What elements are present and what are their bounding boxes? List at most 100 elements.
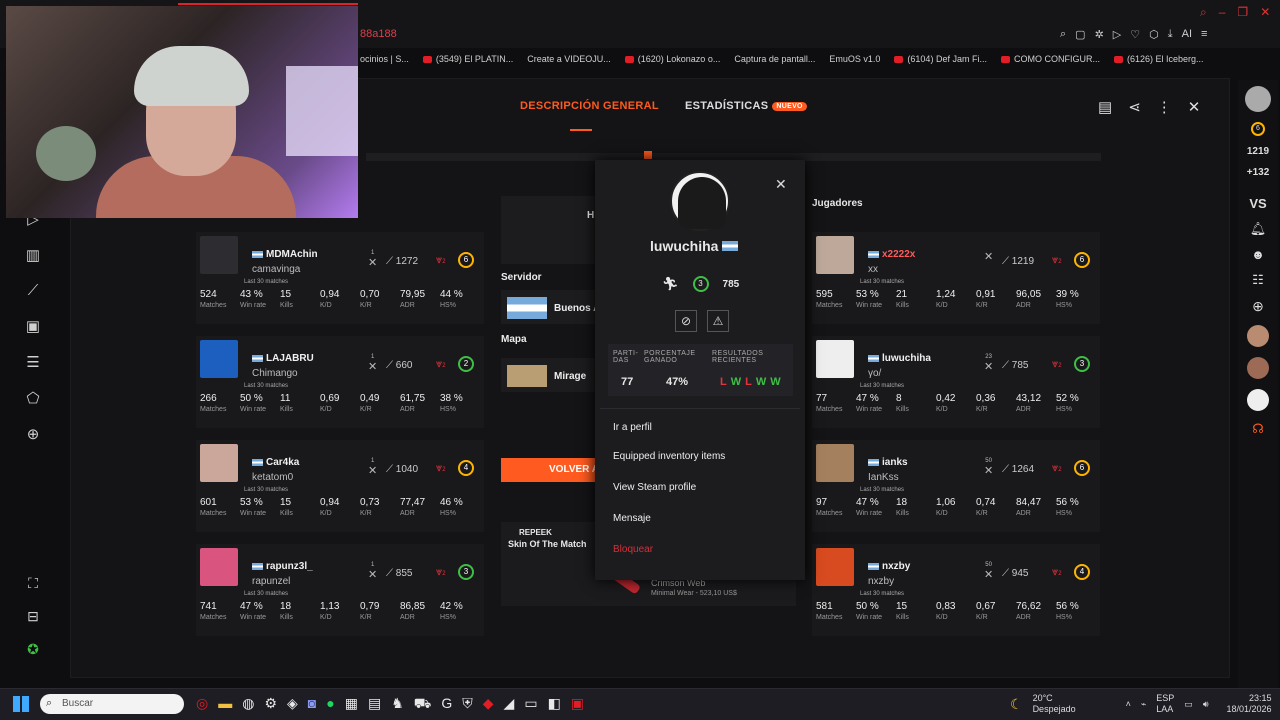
extensions-icon[interactable]: ✲ — [1095, 28, 1104, 41]
play-icon[interactable]: ▷ — [1113, 28, 1121, 41]
vs-button[interactable]: VS — [1249, 196, 1266, 211]
bookmark[interactable]: (6126) El Iceberg... — [1113, 51, 1204, 67]
screenshot-icon[interactable]: ▢ — [1075, 28, 1085, 41]
avatar[interactable] — [1247, 357, 1269, 379]
warning-icon[interactable]: ⚠ — [707, 310, 729, 332]
menu-inventory[interactable]: Equipped inventory items — [613, 451, 725, 462]
chevron-up-icon[interactable]: ˄ — [1126, 699, 1131, 709]
hub-icon[interactable]: ⬠ — [26, 389, 39, 407]
zoom-icon[interactable]: ⌕ — [1060, 28, 1066, 41]
puzzle-icon[interactable]: ⬡ — [1149, 28, 1159, 41]
avatar[interactable] — [816, 548, 854, 586]
car-icon[interactable]: ⛟ — [414, 695, 432, 714]
avatar[interactable] — [816, 236, 854, 274]
folder-icon[interactable]: ▬ — [218, 695, 232, 714]
player-name[interactable]: luwuchiha — [868, 353, 931, 364]
avatar[interactable] — [816, 340, 854, 378]
menu-steam-profile[interactable]: View Steam profile — [613, 482, 725, 493]
tab-overview[interactable]: DESCRIPCIÓN GENERAL — [520, 100, 659, 112]
app-icon[interactable]: ▦ — [345, 695, 358, 714]
player-card[interactable]: LAJABRU Chimango 1 ✕ ⟋ 660 ⩔2 2 Last 30 m… — [196, 336, 484, 428]
minimize-icon[interactable]: – — [1219, 5, 1226, 20]
weather[interactable]: 20°C Despejado — [1033, 693, 1076, 715]
app-icon[interactable]: G — [441, 695, 452, 714]
close-icon[interactable]: ✕ — [1188, 98, 1201, 116]
app-icon[interactable]: ◈ — [287, 695, 298, 714]
player-name[interactable]: ianks — [868, 457, 908, 468]
notepad-icon[interactable]: ▤ — [368, 695, 381, 714]
chrome-icon[interactable]: ◍ — [242, 695, 254, 714]
player-name[interactable]: Car4ka — [252, 457, 299, 468]
player-card[interactable]: Car4ka ketatom0 1 ✕ ⟋ 1040 ⩔2 4 Last 30 m… — [196, 440, 484, 532]
avatar[interactable] — [1247, 325, 1269, 347]
more-icon[interactable]: ⋮ — [1157, 98, 1172, 116]
friends-icon[interactable]: ☻ — [1251, 247, 1265, 262]
avatar[interactable] — [200, 340, 238, 378]
player-card[interactable]: nxzby nxzby 50 ✕ ⟋ 945 ⩔2 4 Last 30 match… — [812, 544, 1100, 636]
spotify-icon[interactable]: ● — [326, 695, 334, 714]
shield-icon[interactable]: ⛨ — [462, 695, 473, 714]
app-icon[interactable]: ♞ — [391, 695, 404, 714]
download-icon[interactable]: ⤓ — [1168, 28, 1173, 41]
tab-statistics[interactable]: ESTADÍSTICAS NUEVO — [685, 100, 807, 112]
headset-icon[interactable]: ☊ — [1252, 421, 1264, 437]
restore-icon[interactable]: ❐ — [1237, 5, 1248, 20]
add-icon[interactable]: ⊕ — [27, 425, 40, 443]
bookmark[interactable]: Create a VIDEOJU... — [527, 51, 611, 67]
discord-icon[interactable]: ◙ — [308, 695, 316, 714]
search-icon[interactable]: ⌕ — [1200, 5, 1207, 20]
bar-chart-icon[interactable]: ▥ — [26, 246, 40, 264]
star-icon[interactable]: ✪ — [27, 641, 39, 658]
share-icon[interactable]: ⋖ — [1128, 98, 1141, 116]
list-icon[interactable]: ☰ — [26, 353, 39, 371]
network-icon[interactable]: ▭ — [1184, 699, 1193, 710]
steam-icon[interactable]: ⚙ — [264, 695, 277, 714]
menu-block[interactable]: Bloquear — [613, 544, 725, 555]
app-icon[interactable]: ▭ — [524, 695, 537, 714]
avatar[interactable] — [1245, 86, 1271, 112]
bookmark[interactable]: EmuOS v1.0 — [829, 51, 880, 67]
block-icon[interactable]: ⊘ — [675, 310, 697, 332]
bookmark[interactable]: (1620) Lokonazo o... — [624, 51, 720, 67]
player-name[interactable]: MDMAchin — [252, 249, 318, 260]
bell-icon[interactable]: 🔔︎ — [1250, 221, 1267, 237]
back-button[interactable]: VOLVER A — [501, 458, 601, 482]
player-card[interactable]: x2222x xx ✕ ⟋ 1219 ⩔2 6 Last 30 matches … — [812, 232, 1100, 324]
video-icon[interactable]: ▣ — [26, 317, 40, 335]
windows-start-icon[interactable] — [13, 696, 29, 712]
clock[interactable]: 23:15 18/01/2026 — [1226, 693, 1271, 715]
close-icon[interactable]: ✕ — [775, 176, 787, 193]
ai-button[interactable]: AI — [1182, 28, 1192, 41]
player-name[interactable]: rapunz3l_ — [252, 561, 313, 572]
menu-icon[interactable]: ≡ — [1201, 28, 1207, 41]
player-name[interactable]: x2222x — [868, 249, 915, 260]
player-name[interactable]: nxzby — [868, 561, 910, 572]
add-icon[interactable]: ⊕ — [1252, 298, 1264, 315]
browser-tab-title[interactable]: 88a188 — [360, 28, 397, 40]
heart-icon[interactable]: ♡ — [1130, 28, 1140, 41]
app-icon[interactable]: ◆ — [483, 695, 494, 714]
bookmark[interactable]: (3549) El PLATIN... — [422, 51, 513, 67]
party-icon[interactable]: ☷ — [1252, 272, 1264, 288]
expand-icon[interactable]: ⛶ — [28, 575, 38, 592]
player-card[interactable]: luwuchiha γο/ 23 ✕ ⟋ 785 ⩔2 3 Last 30 mat… — [812, 336, 1100, 428]
menu-message[interactable]: Mensaje — [613, 513, 725, 524]
player-card[interactable]: MDMAchin camavinga 1 ✕ ⟋ 1272 ⩔2 6 Last 3… — [196, 232, 484, 324]
chat-icon[interactable]: ▤ — [1098, 98, 1112, 116]
player-card[interactable]: rapunz3l_ rapunzel 1 ✕ ⟋ 855 ⩔2 3 Last 30… — [196, 544, 484, 636]
close-icon[interactable]: ✕ — [1260, 5, 1270, 20]
avatar[interactable] — [1247, 389, 1269, 411]
avatar[interactable] — [816, 444, 854, 482]
bookmark[interactable]: ocinios | S... — [360, 51, 409, 67]
bookmark[interactable]: (6104) Def Jam Fi... — [894, 51, 987, 67]
app-icon[interactable]: ◧ — [548, 695, 561, 714]
menu-go-profile[interactable]: Ir a perfil — [613, 422, 725, 433]
app-icon[interactable]: ▣ — [571, 695, 584, 714]
taskbar-search[interactable]: Buscar — [40, 694, 184, 714]
opera-icon[interactable]: ◎ — [196, 695, 208, 714]
player-name[interactable]: LAJABRU — [252, 353, 314, 364]
volume-icon[interactable]: 🔊︎ — [1203, 699, 1209, 710]
player-card[interactable]: ianks IanKss 50 ✕ ⟋ 1264 ⩔2 6 Last 30 mat… — [812, 440, 1100, 532]
bookmark[interactable]: Captura de pantall... — [734, 51, 815, 67]
avatar[interactable] — [200, 548, 238, 586]
